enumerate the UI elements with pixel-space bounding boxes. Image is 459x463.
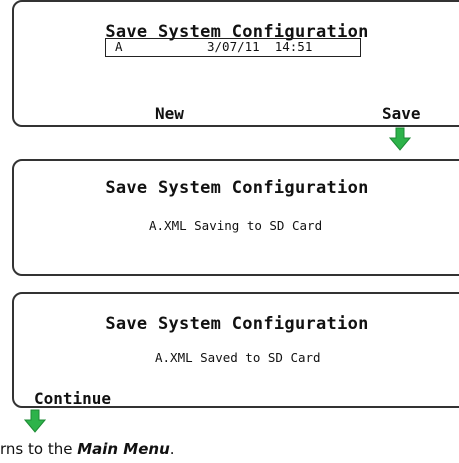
- filename-datetime-field[interactable]: A 3/07/11 14:51: [105, 38, 361, 57]
- lcd-screen-saving: Save System Configuration A.XML Saving t…: [12, 159, 459, 276]
- main-menu-emphasis: Main Menu: [77, 440, 170, 458]
- footer-period: .: [169, 440, 175, 458]
- screen-title: Save System Configuration: [105, 314, 369, 334]
- new-softkey[interactable]: New: [155, 104, 184, 123]
- lcd-screen-save-config: Save System Configuration A 3/07/11 14:5…: [12, 0, 459, 127]
- screen-title: Save System Configuration: [105, 178, 369, 198]
- footer-text: rns to the: [0, 440, 78, 458]
- datetime-value: 3/07/11 14:51: [207, 39, 313, 54]
- status-message: A.XML Saved to SD Card: [155, 350, 321, 365]
- arrow-down-icon: [389, 127, 411, 151]
- continue-softkey[interactable]: Continue: [34, 389, 111, 408]
- filename-value: A: [115, 39, 123, 54]
- arrow-down-icon: [24, 409, 46, 433]
- footer-caption: rns to the Main Menu.: [0, 440, 175, 458]
- save-softkey[interactable]: Save: [382, 104, 421, 123]
- lcd-screen-saved: Save System Configuration A.XML Saved to…: [12, 292, 459, 408]
- status-message: A.XML Saving to SD Card: [149, 218, 323, 233]
